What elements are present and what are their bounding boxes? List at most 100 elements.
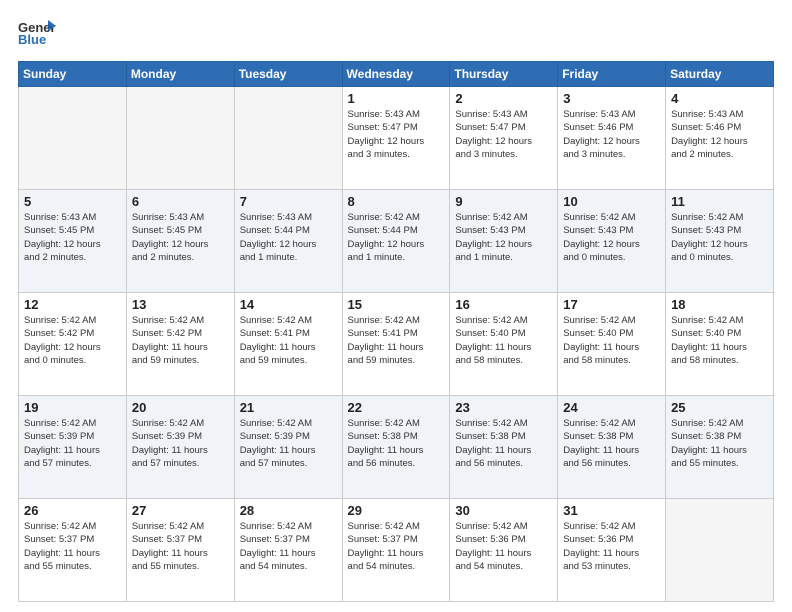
day-number: 3 bbox=[563, 91, 660, 106]
calendar-day-cell: 7 Sunrise: 5:43 AM Sunset: 5:44 PM Daylig… bbox=[234, 190, 342, 293]
day-number: 4 bbox=[671, 91, 768, 106]
calendar-day-cell: 21 Sunrise: 5:42 AM Sunset: 5:39 PM Dayli… bbox=[234, 396, 342, 499]
day-number: 28 bbox=[240, 503, 337, 518]
day-info: Sunrise: 5:42 AM Sunset: 5:38 PM Dayligh… bbox=[671, 417, 768, 470]
calendar-day-cell: 29 Sunrise: 5:42 AM Sunset: 5:37 PM Dayli… bbox=[342, 499, 450, 602]
day-number: 17 bbox=[563, 297, 660, 312]
day-number: 7 bbox=[240, 194, 337, 209]
calendar-day-cell: 10Sunrise: 5:42 AM Sunset: 5:43 PM Dayli… bbox=[558, 190, 666, 293]
day-info: Sunrise: 5:42 AM Sunset: 5:42 PM Dayligh… bbox=[24, 314, 121, 367]
day-number: 25 bbox=[671, 400, 768, 415]
day-number: 20 bbox=[132, 400, 229, 415]
calendar-day-cell: 12 Sunrise: 5:42 AM Sunset: 5:42 PM Dayli… bbox=[19, 293, 127, 396]
day-number: 12 bbox=[24, 297, 121, 312]
calendar-day-cell: 8 Sunrise: 5:42 AM Sunset: 5:44 PM Daylig… bbox=[342, 190, 450, 293]
day-info: Sunrise: 5:43 AM Sunset: 5:47 PM Dayligh… bbox=[348, 108, 445, 161]
day-info: Sunrise: 5:43 AM Sunset: 5:47 PM Dayligh… bbox=[455, 108, 552, 161]
day-info: Sunrise: 5:42 AM Sunset: 5:38 PM Dayligh… bbox=[348, 417, 445, 470]
calendar-week-row: 5 Sunrise: 5:43 AM Sunset: 5:45 PM Daylig… bbox=[19, 190, 774, 293]
day-info: Sunrise: 5:42 AM Sunset: 5:44 PM Dayligh… bbox=[348, 211, 445, 264]
day-number: 1 bbox=[348, 91, 445, 106]
day-info: Sunrise: 5:42 AM Sunset: 5:40 PM Dayligh… bbox=[671, 314, 768, 367]
day-info: Sunrise: 5:42 AM Sunset: 5:39 PM Dayligh… bbox=[24, 417, 121, 470]
calendar-day-cell: 27Sunrise: 5:42 AM Sunset: 5:37 PM Dayli… bbox=[126, 499, 234, 602]
day-info: Sunrise: 5:42 AM Sunset: 5:43 PM Dayligh… bbox=[671, 211, 768, 264]
calendar-day-cell: 31 Sunrise: 5:42 AM Sunset: 5:36 PM Dayli… bbox=[558, 499, 666, 602]
day-number: 14 bbox=[240, 297, 337, 312]
logo: General Blue bbox=[18, 18, 59, 53]
calendar-day-cell: 17 Sunrise: 5:42 AM Sunset: 5:40 PM Dayli… bbox=[558, 293, 666, 396]
calendar-day-cell: 19 Sunrise: 5:42 AM Sunset: 5:39 PM Dayli… bbox=[19, 396, 127, 499]
day-number: 6 bbox=[132, 194, 229, 209]
calendar-day-cell: 9 Sunrise: 5:42 AM Sunset: 5:43 PM Daylig… bbox=[450, 190, 558, 293]
day-number: 31 bbox=[563, 503, 660, 518]
day-info: Sunrise: 5:42 AM Sunset: 5:39 PM Dayligh… bbox=[132, 417, 229, 470]
calendar-day-cell: 28 Sunrise: 5:42 AM Sunset: 5:37 PM Dayli… bbox=[234, 499, 342, 602]
day-info: Sunrise: 5:42 AM Sunset: 5:41 PM Dayligh… bbox=[240, 314, 337, 367]
day-number: 22 bbox=[348, 400, 445, 415]
day-number: 26 bbox=[24, 503, 121, 518]
calendar-day-cell: 23 Sunrise: 5:42 AM Sunset: 5:38 PM Dayli… bbox=[450, 396, 558, 499]
calendar-day-cell: 13 Sunrise: 5:42 AM Sunset: 5:42 PM Dayli… bbox=[126, 293, 234, 396]
day-number: 8 bbox=[348, 194, 445, 209]
calendar-week-row: 1 Sunrise: 5:43 AM Sunset: 5:47 PM Daylig… bbox=[19, 87, 774, 190]
day-info: Sunrise: 5:42 AM Sunset: 5:43 PM Dayligh… bbox=[455, 211, 552, 264]
calendar-day-cell: 3 Sunrise: 5:43 AM Sunset: 5:46 PM Daylig… bbox=[558, 87, 666, 190]
day-info: Sunrise: 5:42 AM Sunset: 5:38 PM Dayligh… bbox=[455, 417, 552, 470]
weekday-header: Saturday bbox=[666, 62, 774, 87]
day-number: 10 bbox=[563, 194, 660, 209]
day-info: Sunrise: 5:43 AM Sunset: 5:44 PM Dayligh… bbox=[240, 211, 337, 264]
day-info: Sunrise: 5:42 AM Sunset: 5:37 PM Dayligh… bbox=[240, 520, 337, 573]
day-info: Sunrise: 5:43 AM Sunset: 5:46 PM Dayligh… bbox=[563, 108, 660, 161]
calendar-day-cell: 24 Sunrise: 5:42 AM Sunset: 5:38 PM Dayli… bbox=[558, 396, 666, 499]
day-number: 21 bbox=[240, 400, 337, 415]
day-info: Sunrise: 5:43 AM Sunset: 5:45 PM Dayligh… bbox=[24, 211, 121, 264]
logo-icon: General Blue bbox=[18, 18, 56, 53]
calendar-day-cell: 26Sunrise: 5:42 AM Sunset: 5:37 PM Dayli… bbox=[19, 499, 127, 602]
svg-text:Blue: Blue bbox=[18, 32, 46, 47]
day-number: 23 bbox=[455, 400, 552, 415]
day-number: 13 bbox=[132, 297, 229, 312]
day-info: Sunrise: 5:42 AM Sunset: 5:38 PM Dayligh… bbox=[563, 417, 660, 470]
calendar-day-cell: 4 Sunrise: 5:43 AM Sunset: 5:46 PM Daylig… bbox=[666, 87, 774, 190]
day-info: Sunrise: 5:42 AM Sunset: 5:36 PM Dayligh… bbox=[563, 520, 660, 573]
day-info: Sunrise: 5:42 AM Sunset: 5:42 PM Dayligh… bbox=[132, 314, 229, 367]
calendar-header-row: SundayMondayTuesdayWednesdayThursdayFrid… bbox=[19, 62, 774, 87]
header: General Blue bbox=[18, 18, 774, 53]
calendar-day-cell: 5 Sunrise: 5:43 AM Sunset: 5:45 PM Daylig… bbox=[19, 190, 127, 293]
calendar-week-row: 26 Sunrise: 5:42 AM Sunset: 5:37 PM Dayli… bbox=[19, 499, 774, 602]
day-number: 18 bbox=[671, 297, 768, 312]
day-info: Sunrise: 5:42 AM Sunset: 5:36 PM Dayligh… bbox=[455, 520, 552, 573]
day-number: 30 bbox=[455, 503, 552, 518]
calendar-week-row: 19 Sunrise: 5:42 AM Sunset: 5:39 PM Dayli… bbox=[19, 396, 774, 499]
weekday-header: Monday bbox=[126, 62, 234, 87]
calendar-day-cell: 15Sunrise: 5:42 AM Sunset: 5:41 PM Dayli… bbox=[342, 293, 450, 396]
calendar-day-cell: 30 Sunrise: 5:42 AM Sunset: 5:36 PM Dayli… bbox=[450, 499, 558, 602]
weekday-header: Wednesday bbox=[342, 62, 450, 87]
day-number: 2 bbox=[455, 91, 552, 106]
calendar-table: SundayMondayTuesdayWednesdayThursdayFrid… bbox=[18, 61, 774, 602]
day-number: 16 bbox=[455, 297, 552, 312]
day-info: Sunrise: 5:42 AM Sunset: 5:37 PM Dayligh… bbox=[132, 520, 229, 573]
day-number: 29 bbox=[348, 503, 445, 518]
day-info: Sunrise: 5:42 AM Sunset: 5:37 PM Dayligh… bbox=[348, 520, 445, 573]
day-number: 9 bbox=[455, 194, 552, 209]
day-number: 24 bbox=[563, 400, 660, 415]
page: General Blue SundayMondayTuesdayWednesda… bbox=[0, 0, 792, 612]
day-info: Sunrise: 5:43 AM Sunset: 5:46 PM Dayligh… bbox=[671, 108, 768, 161]
calendar-day-cell bbox=[234, 87, 342, 190]
calendar-day-cell: 22 Sunrise: 5:42 AM Sunset: 5:38 PM Dayli… bbox=[342, 396, 450, 499]
day-info: Sunrise: 5:42 AM Sunset: 5:39 PM Dayligh… bbox=[240, 417, 337, 470]
day-number: 5 bbox=[24, 194, 121, 209]
calendar-day-cell bbox=[126, 87, 234, 190]
day-number: 19 bbox=[24, 400, 121, 415]
day-info: Sunrise: 5:42 AM Sunset: 5:40 PM Dayligh… bbox=[563, 314, 660, 367]
weekday-header: Sunday bbox=[19, 62, 127, 87]
calendar-day-cell: 25 Sunrise: 5:42 AM Sunset: 5:38 PM Dayli… bbox=[666, 396, 774, 499]
weekday-header: Tuesday bbox=[234, 62, 342, 87]
day-number: 11 bbox=[671, 194, 768, 209]
weekday-header: Thursday bbox=[450, 62, 558, 87]
day-info: Sunrise: 5:42 AM Sunset: 5:41 PM Dayligh… bbox=[348, 314, 445, 367]
calendar-day-cell: 14 Sunrise: 5:42 AM Sunset: 5:41 PM Dayli… bbox=[234, 293, 342, 396]
calendar-week-row: 12 Sunrise: 5:42 AM Sunset: 5:42 PM Dayli… bbox=[19, 293, 774, 396]
